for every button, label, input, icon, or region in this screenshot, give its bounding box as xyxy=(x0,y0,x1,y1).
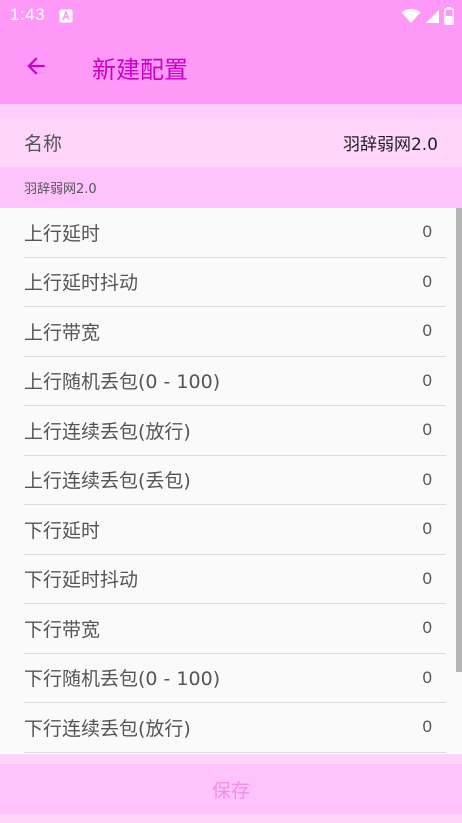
setting-row-downlink-random-loss[interactable]: 下行随机丢包(0 - 100) 0 xyxy=(24,654,446,703)
setting-value: 0 xyxy=(422,568,432,588)
setting-row-downlink-bandwidth[interactable]: 下行带宽 0 xyxy=(24,604,446,654)
setting-label: 下行随机丢包(0 - 100) xyxy=(24,668,221,691)
setting-label: 上行连续丢包(放行) xyxy=(24,420,191,443)
setting-value: 0 xyxy=(422,222,432,242)
setting-label: 下行连续丢包(放行) xyxy=(24,717,191,740)
status-time: 1:43 xyxy=(10,5,46,24)
setting-value: 0 xyxy=(422,469,432,489)
name-field-label: 名称 xyxy=(24,133,63,155)
battery-icon xyxy=(444,7,454,29)
setting-label: 上行延时 xyxy=(24,222,101,245)
setting-row-uplink-bandwidth[interactable]: 上行带宽 0 xyxy=(24,307,446,357)
header-divider-band xyxy=(0,104,462,118)
settings-list[interactable]: 上行延时 0 上行延时抖动 0 上行带宽 0 上行随机丢包(0 - 100) 0… xyxy=(0,208,462,754)
name-field-value: 羽辞弱网2.0 xyxy=(342,135,438,155)
setting-value: 0 xyxy=(422,519,432,539)
setting-row-downlink-delay-jitter[interactable]: 下行延时抖动 0 xyxy=(24,555,446,604)
config-summary: 羽辞弱网2.0 xyxy=(0,167,462,208)
setting-label: 上行带宽 xyxy=(24,321,101,344)
setting-value: 0 xyxy=(422,370,432,390)
setting-value: 0 xyxy=(422,618,432,638)
setting-value: 0 xyxy=(422,667,432,687)
setting-value: 0 xyxy=(422,420,432,440)
back-button[interactable] xyxy=(12,44,60,92)
list-scrollbar[interactable] xyxy=(456,208,462,672)
setting-value: 0 xyxy=(422,271,432,291)
setting-label: 下行带宽 xyxy=(24,618,101,641)
setting-row-uplink-delay[interactable]: 上行延时 0 xyxy=(24,208,446,258)
setting-row-uplink-random-loss[interactable]: 上行随机丢包(0 - 100) 0 xyxy=(24,357,446,406)
wifi-icon xyxy=(401,8,421,28)
status-bar: 1:43 xyxy=(0,0,462,32)
page-title: 新建配置 xyxy=(92,56,188,84)
bottom-action-bar: 保存 xyxy=(0,754,462,823)
setting-row-uplink-burst-drop[interactable]: 上行连续丢包(丢包) 0 xyxy=(24,456,446,505)
setting-value: 0 xyxy=(422,717,432,737)
setting-label: 下行延时抖动 xyxy=(24,569,139,592)
setting-label: 上行连续丢包(丢包) xyxy=(24,470,191,493)
setting-label: 上行延时抖动 xyxy=(24,272,139,295)
app-bar: 新建配置 xyxy=(0,32,462,104)
setting-row-uplink-burst-pass[interactable]: 上行连续丢包(放行) 0 xyxy=(24,406,446,456)
signal-icon xyxy=(425,8,440,28)
setting-value: 0 xyxy=(422,321,432,341)
setting-row-downlink-burst-pass[interactable]: 下行连续丢包(放行) 0 xyxy=(24,703,446,753)
setting-label: 上行随机丢包(0 - 100) xyxy=(24,371,221,394)
a-box-icon xyxy=(59,8,73,27)
setting-row-downlink-delay[interactable]: 下行延时 0 xyxy=(24,505,446,555)
name-field-row[interactable]: 名称 羽辞弱网2.0 xyxy=(0,118,462,167)
arrow-left-icon xyxy=(23,53,49,83)
setting-row-uplink-delay-jitter[interactable]: 上行延时抖动 0 xyxy=(24,258,446,307)
status-icons xyxy=(401,7,454,29)
save-button[interactable]: 保存 xyxy=(0,764,462,814)
config-summary-text: 羽辞弱网2.0 xyxy=(24,182,97,197)
setting-label: 下行延时 xyxy=(24,519,101,542)
